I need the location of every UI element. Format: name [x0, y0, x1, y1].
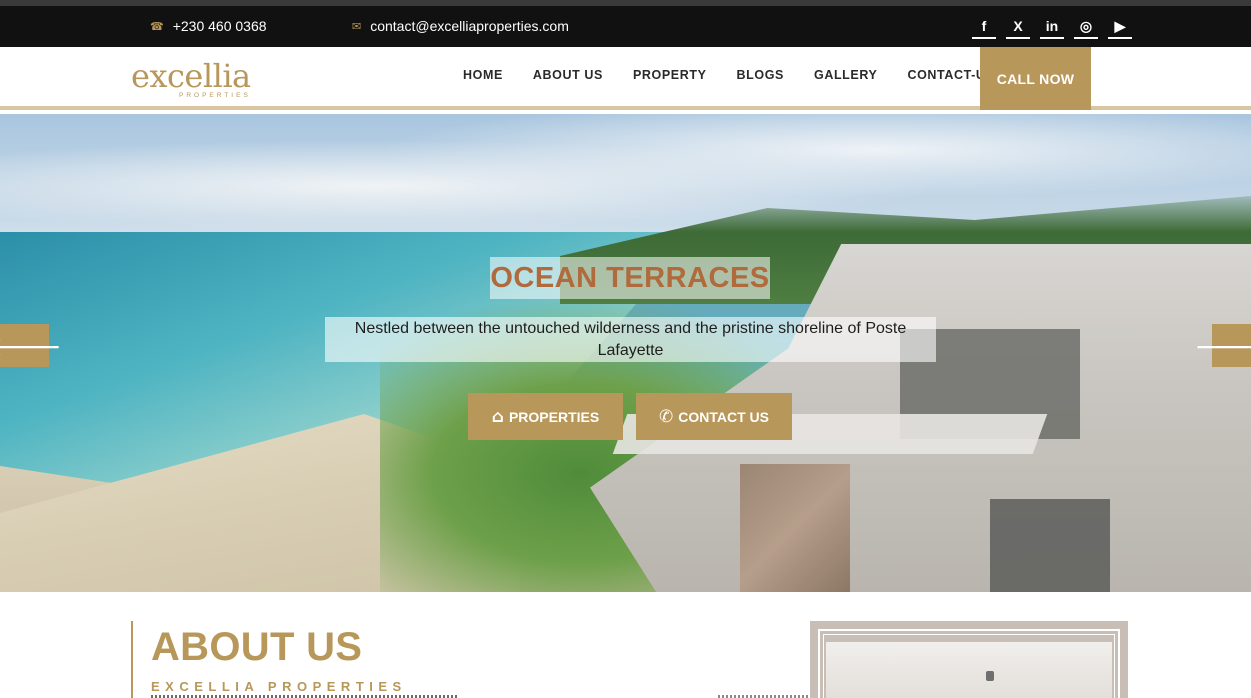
nav-home[interactable]: HOME — [463, 68, 503, 82]
slide-description: Nestled between the untouched wilderness… — [325, 317, 936, 362]
phone-contact[interactable]: ☎ +230 460 0368 — [150, 18, 267, 34]
slider-prev-arrow-icon[interactable]: 🡐 — [0, 324, 62, 367]
phone-number: +230 460 0368 — [172, 18, 267, 34]
linkedin-icon[interactable]: in — [1040, 15, 1064, 39]
interior-room — [826, 642, 1112, 698]
nav-property[interactable]: PROPERTY — [633, 68, 707, 82]
hero-building-glass-lower — [990, 499, 1110, 592]
social-links: f X in ◎ ▶ — [972, 15, 1142, 39]
about-interior-image — [810, 621, 1128, 698]
nav-gallery[interactable]: GALLERY — [814, 68, 877, 82]
properties-button-label: PROPERTIES — [508, 408, 600, 425]
slider-next-arrow-icon[interactable]: 🡒 — [1194, 324, 1251, 367]
properties-button[interactable]: ⌂ PROPERTIES — [468, 393, 623, 440]
logo-wordmark: excellia — [131, 57, 251, 95]
nav-blogs[interactable]: BLOGS — [737, 68, 784, 82]
email-contact[interactable]: ✉ contact@excelliaproperties.com — [352, 18, 569, 34]
site-logo[interactable]: excellia PROPERTIES — [131, 55, 281, 103]
about-title: ABOUT US — [151, 625, 363, 669]
main-navbar: excellia PROPERTIES HOME ABOUT US PROPER… — [0, 47, 1251, 110]
phone-icon: ✆ — [659, 406, 674, 427]
nav-about-us[interactable]: ABOUT US — [533, 68, 603, 82]
contact-us-button-label: CONTACT US — [678, 408, 769, 425]
contact-us-button[interactable]: ✆ CONTACT US — [636, 393, 792, 440]
hero-building-stone-wall — [740, 464, 850, 592]
top-contact-bar: ☎ +230 460 0368 ✉ contact@excelliaproper… — [0, 6, 1251, 47]
logo-subtitle: PROPERTIES — [179, 92, 251, 99]
call-now-button[interactable]: CALL NOW — [980, 47, 1091, 110]
instagram-icon[interactable]: ◎ — [1074, 15, 1098, 39]
about-section: ABOUT US EXCELLIA PROPERTIES — [0, 596, 1251, 698]
facebook-icon[interactable]: f — [972, 15, 996, 39]
envelope-icon: ✉ — [352, 19, 362, 33]
home-icon: ⌂ — [491, 406, 504, 427]
email-address: contact@excelliaproperties.com — [370, 18, 569, 34]
x-twitter-icon[interactable]: X — [1006, 15, 1030, 39]
about-vertical-rule — [131, 621, 133, 698]
about-subtitle: EXCELLIA PROPERTIES — [151, 679, 407, 694]
youtube-icon[interactable]: ▶ — [1108, 15, 1132, 39]
main-menu: HOME ABOUT US PROPERTY BLOGS GALLERY CON… — [463, 68, 1024, 82]
hero-slider: OCEAN TERRACES Nestled between the untou… — [0, 114, 1251, 592]
pendant-lamp — [986, 671, 994, 681]
slide-title: OCEAN TERRACES — [490, 257, 770, 299]
phone-icon: ☎ — [150, 19, 164, 33]
